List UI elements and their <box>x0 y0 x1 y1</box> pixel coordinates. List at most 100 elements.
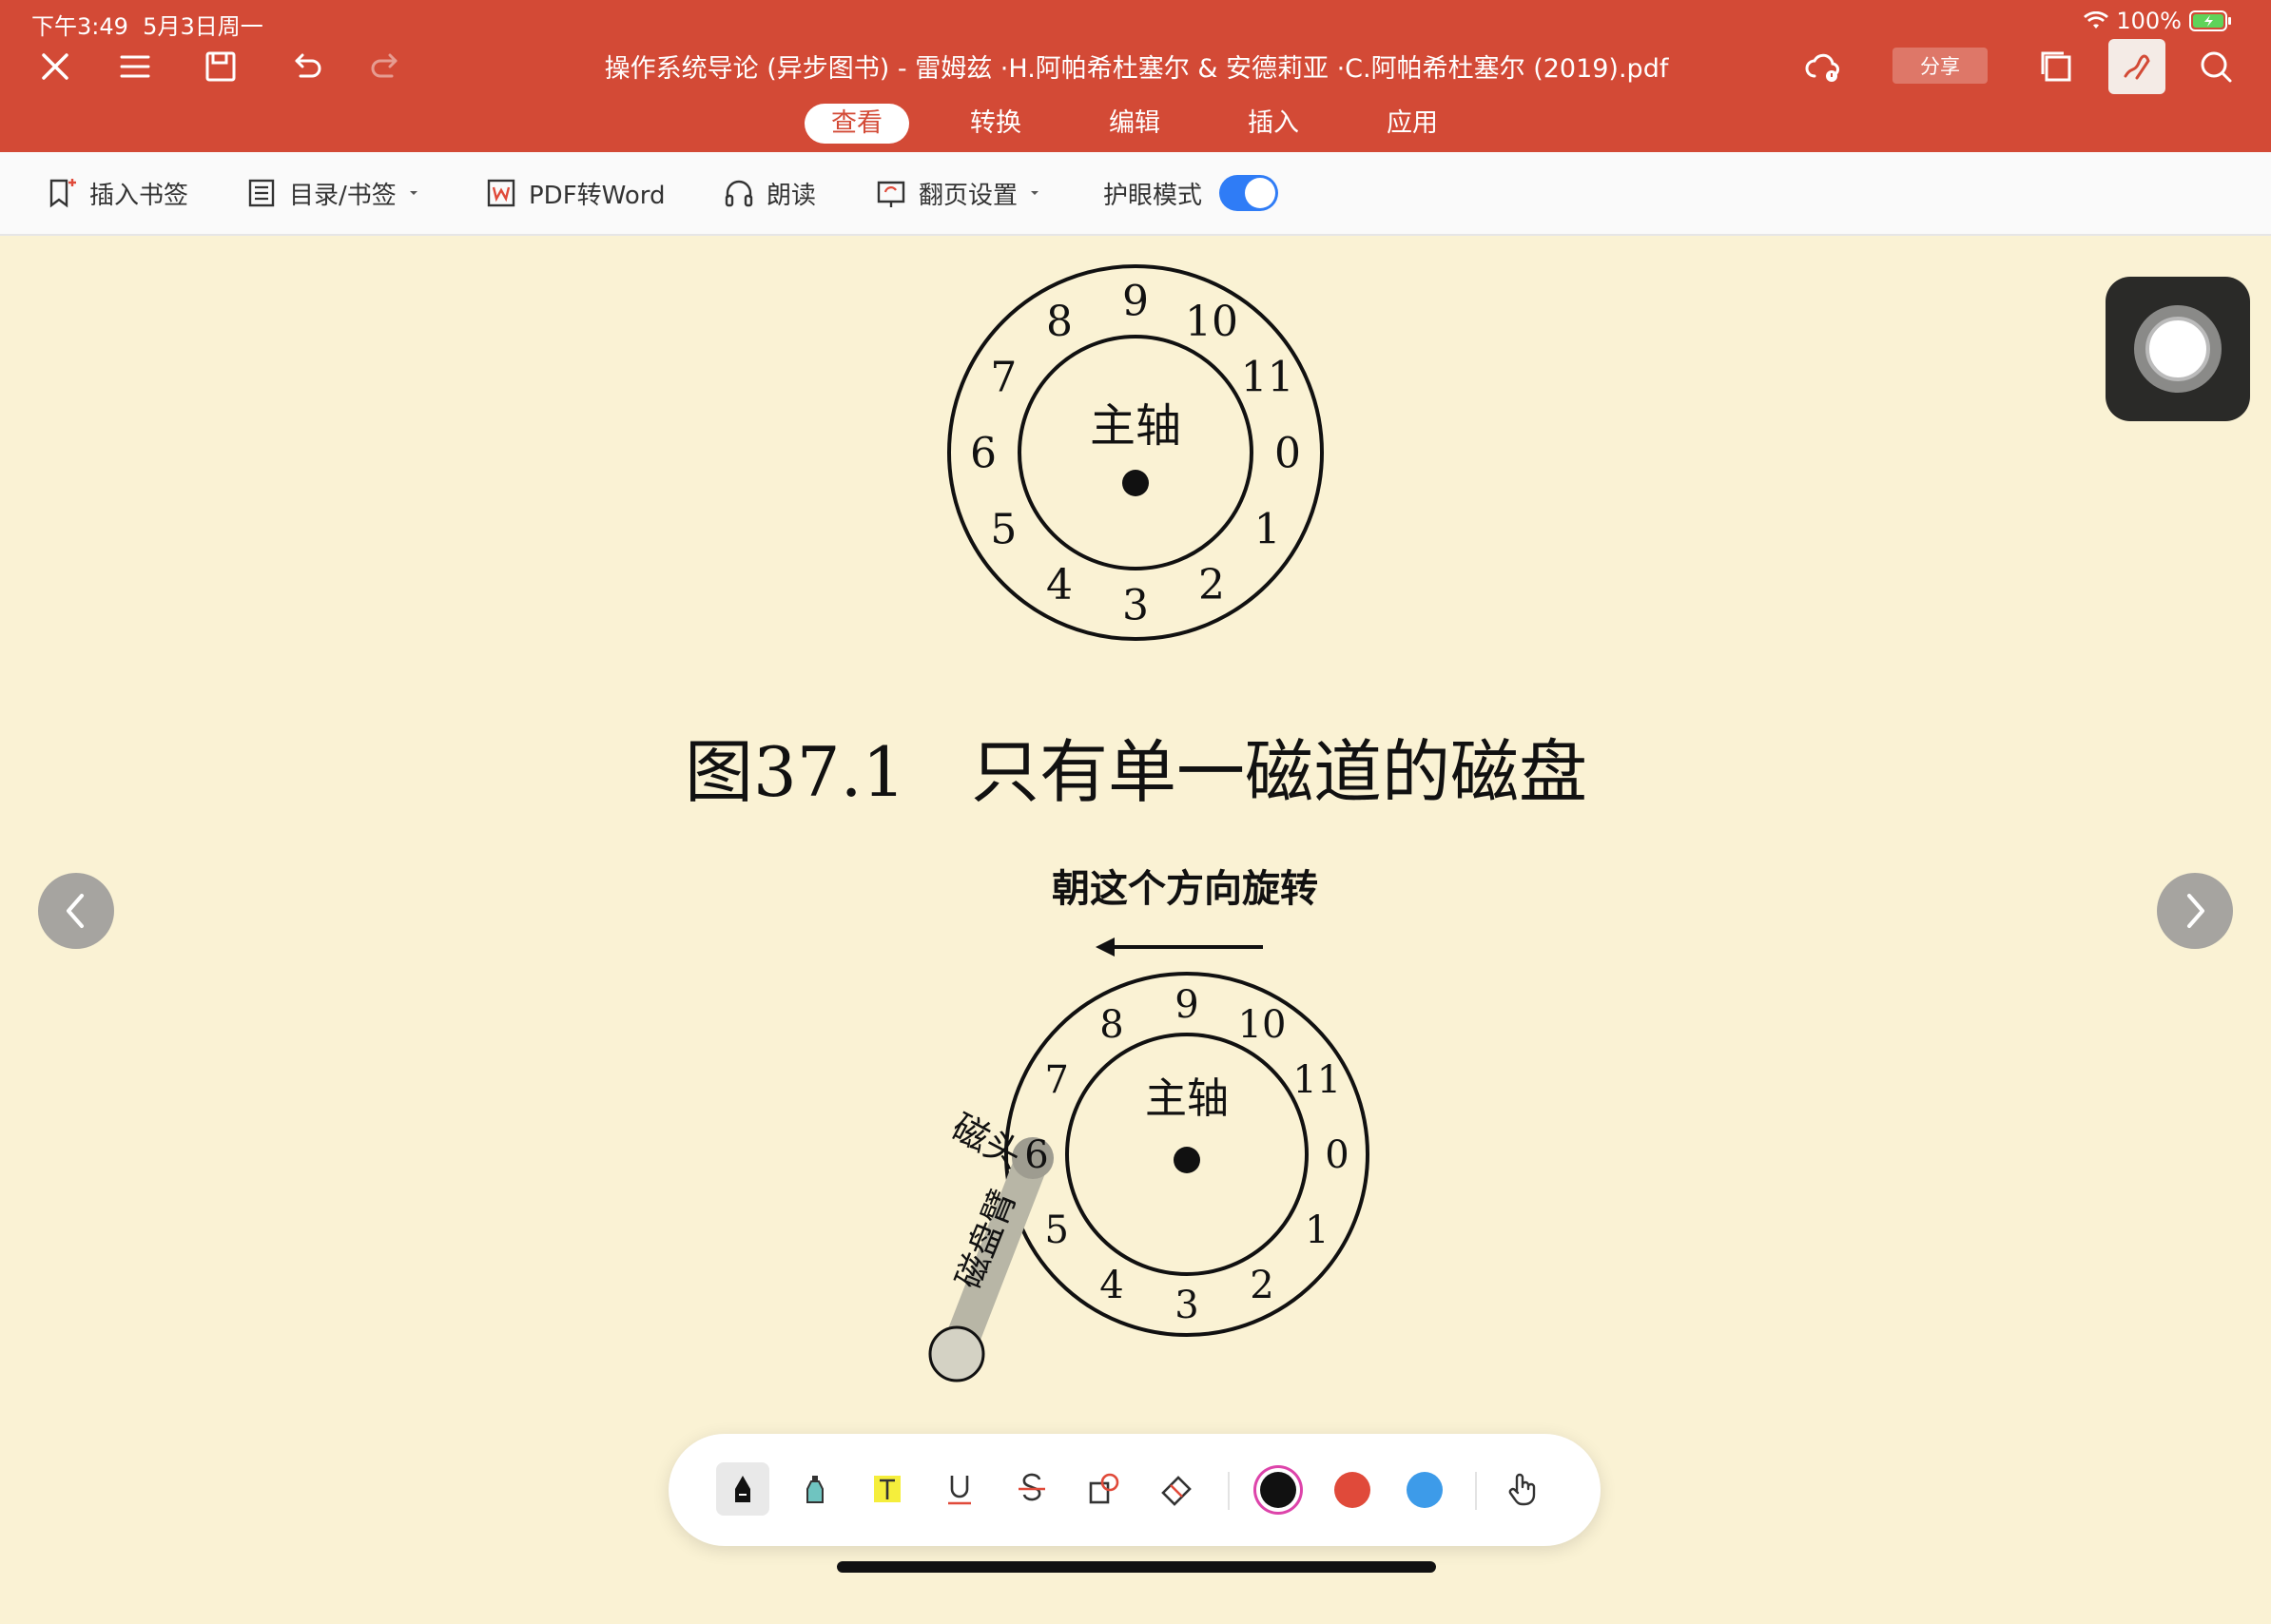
sector-label-9: 9 <box>1122 277 1149 325</box>
list-icon <box>248 179 275 207</box>
markup-toolbar <box>669 1434 1601 1546</box>
highlighter-tool[interactable] <box>788 1462 842 1516</box>
rotation-arrow-head <box>1096 938 1115 957</box>
word-doc-icon <box>487 179 515 207</box>
pen-icon <box>735 1476 750 1502</box>
tab-convert[interactable]: 转换 <box>943 104 1048 144</box>
sector-label-1: 1 <box>1305 1208 1329 1252</box>
sector-label-3: 3 <box>1174 1284 1198 1327</box>
color-black-swatch[interactable] <box>1260 1472 1296 1508</box>
status-date: 5月3日周一 <box>143 13 263 40</box>
tab-apply[interactable]: 应用 <box>1360 104 1465 144</box>
figure-caption: 图37.1 只有单一磁道的磁盘 <box>685 732 1587 812</box>
hand-pointer-icon <box>1508 1473 1536 1506</box>
text-highlight-tool[interactable] <box>861 1462 914 1516</box>
chevron-right-icon <box>2187 894 2204 928</box>
sector-label-4: 4 <box>1099 1264 1123 1307</box>
sector-label-11: 11 <box>1241 353 1294 401</box>
rotation-direction-label: 朝这个方向旋转 <box>1052 866 1318 911</box>
previous-page-button[interactable] <box>38 873 114 949</box>
tab-edit[interactable]: 编辑 <box>1082 104 1187 144</box>
assistive-touch-ring <box>2134 305 2222 393</box>
pen-tool[interactable] <box>716 1462 769 1516</box>
eraser-icon <box>1161 1476 1192 1506</box>
save-icon[interactable] <box>196 42 245 91</box>
text-highlight-icon <box>874 1476 901 1502</box>
tab-view[interactable]: 查看 <box>805 104 909 144</box>
sector-label-9: 9 <box>1174 983 1198 1027</box>
spindle-label: 主轴 <box>1090 399 1181 453</box>
strikethrough-tool[interactable] <box>1005 1462 1058 1516</box>
view-toolbar: 插入书签 目录/书签 PDF转Word 朗读 翻页设置 护眼模式 <box>0 152 2271 236</box>
sector-label-3: 3 <box>1122 581 1149 629</box>
annotation-pen-button[interactable] <box>2108 39 2165 94</box>
sector-label-10: 10 <box>1238 1003 1287 1047</box>
page-flip-settings-button[interactable]: 翻页设置 <box>875 173 1040 213</box>
sector-label-10: 10 <box>1185 298 1238 346</box>
toolbar-divider <box>1228 1472 1230 1510</box>
pdf-to-word-button[interactable]: PDF转Word <box>485 173 665 213</box>
assistive-touch-button[interactable] <box>2106 277 2250 421</box>
menu-icon[interactable] <box>110 42 160 91</box>
underline-tool[interactable] <box>933 1462 986 1516</box>
status-time: 下午3:49 5月3日周一 <box>31 13 263 40</box>
status-indicators: 100% <box>2084 8 2233 34</box>
sector-label-6: 6 <box>970 429 997 477</box>
close-icon[interactable] <box>30 42 80 91</box>
eye-protection-label: 护眼模式 <box>1103 181 1203 210</box>
sector-label-7: 7 <box>990 353 1017 401</box>
wifi-icon <box>2084 11 2109 29</box>
assistive-touch-dot <box>2145 317 2210 381</box>
eraser-tool[interactable] <box>1150 1462 1203 1516</box>
figure-single-track-disk: 主轴 0 12 3 45 6 78 9 1011 <box>947 264 1324 641</box>
eye-protection-control: 护眼模式 <box>1103 173 1279 213</box>
spindle-dot <box>1174 1147 1200 1173</box>
sector-label-4: 4 <box>1046 561 1073 609</box>
toc-bookmark-label: 目录/书签 <box>289 181 397 210</box>
document-title: 操作系统导论 (异步图书) - 雷姆兹 ·H.阿帕希杜塞尔 & 安德莉亚 ·C.… <box>604 54 1669 84</box>
app-header: 下午3:49 5月3日周一 100% 操作系统导论 (异步图书) - 雷姆兹 ·… <box>0 0 2271 152</box>
sector-label-1: 1 <box>1254 505 1281 553</box>
headphones-icon <box>725 180 753 207</box>
read-aloud-label: 朗读 <box>767 181 817 210</box>
chevron-left-icon <box>67 894 84 928</box>
battery-icon <box>2189 10 2231 31</box>
page-flip-settings-label: 翻页设置 <box>919 181 1019 210</box>
sector-label-11: 11 <box>1292 1058 1341 1102</box>
pen-squiggle-icon <box>2124 54 2150 80</box>
cloud-sync-icon[interactable] <box>1797 42 1847 91</box>
search-icon[interactable] <box>2191 42 2241 91</box>
sector-label-8: 8 <box>1099 1003 1123 1047</box>
shape-tool[interactable] <box>1077 1462 1131 1516</box>
sector-label-7: 7 <box>1044 1058 1068 1102</box>
toolbar-divider <box>1475 1472 1477 1510</box>
home-indicator <box>837 1561 1436 1573</box>
eye-protection-toggle[interactable] <box>1219 175 1279 211</box>
spindle-dot <box>1122 470 1149 496</box>
bookmark-add-icon <box>49 179 76 208</box>
dropdown-caret-icon <box>1031 191 1039 195</box>
sector-label-0: 0 <box>1325 1133 1349 1177</box>
tab-bar: 查看 转换 编辑 插入 应用 <box>805 104 1499 144</box>
sector-label-0: 0 <box>1274 429 1301 477</box>
window-switch-icon[interactable] <box>2031 42 2081 91</box>
sector-label-5: 5 <box>1044 1208 1068 1252</box>
insert-bookmark-label: 插入书签 <box>89 181 189 210</box>
color-red-swatch[interactable] <box>1334 1472 1370 1508</box>
document-page: 主轴 0 1 2 3 4 5 6 7 8 9 10 11 图37.1 只有单一磁道的磁盘 朝这个方向旋… <box>0 236 2271 1586</box>
disk-inner-circle <box>1018 335 1253 570</box>
undo-icon[interactable] <box>281 42 331 91</box>
redo-icon[interactable] <box>361 42 411 91</box>
sector-label-6: 6 <box>1024 1133 1048 1177</box>
read-aloud-button[interactable]: 朗读 <box>723 173 816 213</box>
sector-label-2: 2 <box>1198 561 1225 609</box>
tab-insert[interactable]: 插入 <box>1221 104 1326 144</box>
next-page-button[interactable] <box>2157 873 2233 949</box>
pdf-to-word-label: PDF转Word <box>529 181 666 210</box>
page-flip-icon <box>877 181 905 207</box>
color-blue-swatch[interactable] <box>1407 1472 1443 1508</box>
toc-bookmark-button[interactable]: 目录/书签 <box>245 173 419 213</box>
share-button[interactable]: 分享 <box>1892 48 1988 84</box>
insert-bookmark-button[interactable]: 插入书签 <box>46 173 188 213</box>
hand-tool[interactable] <box>1496 1462 1549 1516</box>
